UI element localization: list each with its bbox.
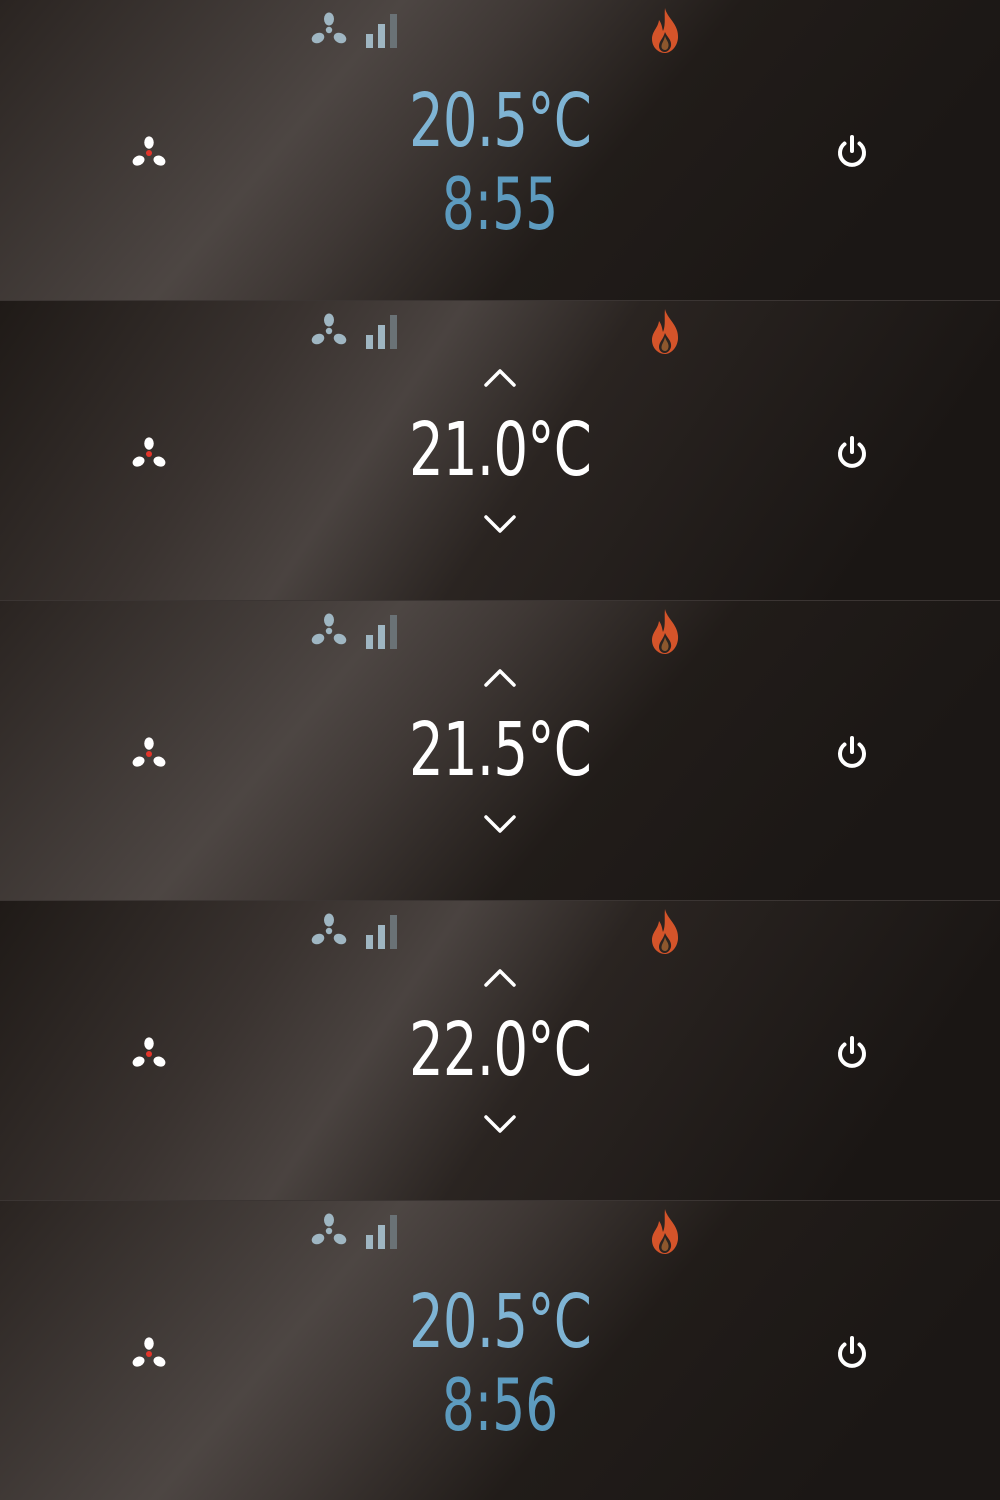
fan-mode-button[interactable]	[130, 134, 168, 172]
power-icon	[832, 433, 872, 473]
thermostat-panel-1: 20.5°C 8:55	[0, 0, 1000, 300]
signal-bars-icon	[364, 913, 400, 949]
fan-icon	[130, 735, 168, 773]
chevron-up-icon	[480, 661, 520, 693]
thermostat-screens: 20.5°C 8:55 21.0°C 21.5°C 22.0°C 20.5°C …	[0, 0, 1000, 1500]
fan-icon	[308, 10, 350, 50]
target-temperature: 21.0°C	[408, 407, 592, 493]
flame-icon	[648, 6, 682, 54]
fan-icon	[308, 611, 350, 651]
fan-icon	[130, 1035, 168, 1073]
signal-bars-icon	[364, 12, 400, 48]
signal-bars-icon	[364, 1213, 400, 1249]
fan-icon	[130, 134, 168, 172]
power-button[interactable]	[832, 1033, 872, 1073]
fan-icon	[130, 435, 168, 473]
fan-icon	[308, 1211, 350, 1251]
power-icon	[832, 1333, 872, 1373]
increase-temperature-button[interactable]	[480, 361, 520, 393]
power-button[interactable]	[832, 433, 872, 473]
power-icon	[832, 1033, 872, 1073]
decrease-temperature-button[interactable]	[480, 809, 520, 841]
signal-bars-icon	[364, 613, 400, 649]
flame-icon	[648, 907, 682, 955]
chevron-down-icon	[480, 509, 520, 541]
flame-icon	[648, 607, 682, 655]
chevron-down-icon	[480, 1109, 520, 1141]
fan-mode-button[interactable]	[130, 1035, 168, 1073]
current-temperature: 20.5°C	[408, 78, 592, 164]
flame-icon	[648, 1207, 682, 1255]
power-button[interactable]	[832, 132, 872, 172]
decrease-temperature-button[interactable]	[480, 509, 520, 541]
thermostat-panel-2: 21.0°C	[0, 300, 1000, 600]
increase-temperature-button[interactable]	[480, 661, 520, 693]
thermostat-panel-3: 21.5°C	[0, 600, 1000, 900]
flame-icon	[648, 307, 682, 355]
fan-icon	[308, 911, 350, 951]
current-temperature: 20.5°C	[408, 1279, 592, 1365]
clock-time: 8:55	[441, 162, 559, 246]
chevron-down-icon	[480, 809, 520, 841]
target-temperature: 21.5°C	[408, 707, 592, 793]
power-button[interactable]	[832, 1333, 872, 1373]
chevron-up-icon	[480, 361, 520, 393]
chevron-up-icon	[480, 961, 520, 993]
increase-temperature-button[interactable]	[480, 961, 520, 993]
fan-mode-button[interactable]	[130, 1335, 168, 1373]
clock-time: 8:56	[441, 1363, 559, 1447]
fan-mode-button[interactable]	[130, 735, 168, 773]
thermostat-panel-4: 22.0°C	[0, 900, 1000, 1200]
fan-icon	[308, 311, 350, 351]
thermostat-panel-5: 20.5°C 8:56	[0, 1200, 1000, 1500]
target-temperature: 22.0°C	[408, 1007, 592, 1093]
decrease-temperature-button[interactable]	[480, 1109, 520, 1141]
power-button[interactable]	[832, 733, 872, 773]
power-icon	[832, 733, 872, 773]
signal-bars-icon	[364, 313, 400, 349]
power-icon	[832, 132, 872, 172]
fan-icon	[130, 1335, 168, 1373]
fan-mode-button[interactable]	[130, 435, 168, 473]
